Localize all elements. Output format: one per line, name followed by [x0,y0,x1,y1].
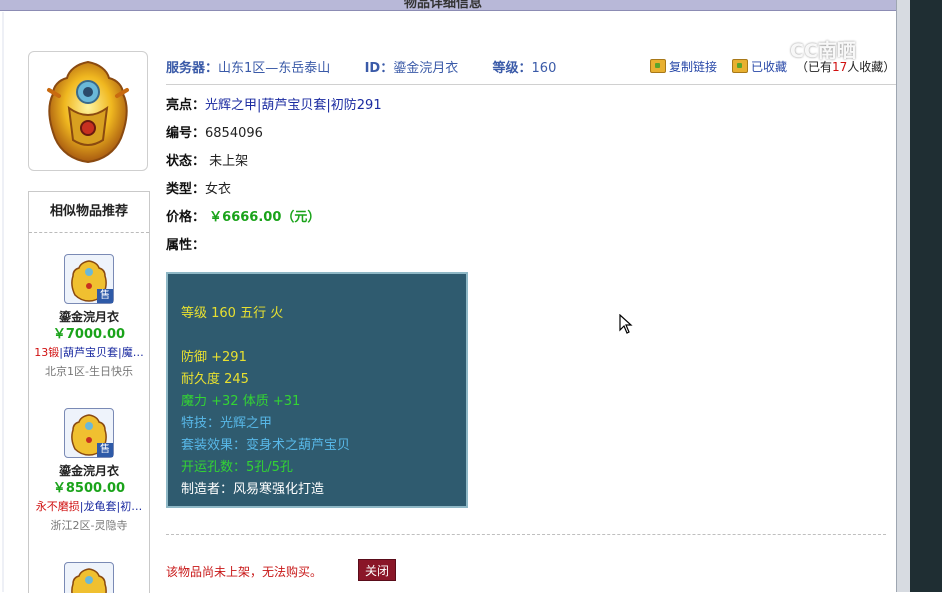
serial-value: 6854096 [205,126,263,141]
window-title-bar: 物品详细信息 [0,0,898,11]
price-field: 价格： ￥6666.00（元） [166,208,320,228]
similar-item[interactable] [29,562,149,593]
similar-item-price: ￥8500.00 [52,481,126,496]
header-divider [166,84,896,85]
attributes-field: 属性： [166,236,205,256]
similar-item-tags: 永不磨损|龙龟套|初… [29,498,149,516]
favorited-label: 已收藏 [751,60,788,74]
golden-robe-icon [71,568,107,593]
server-label: 服务器： [166,61,219,76]
attr-set-effect: 套装效果：变身术之葫芦宝贝 [181,438,351,453]
window-inner-border [2,12,4,592]
similar-item-server: 北京1区-生日快乐 [45,365,133,378]
similar-item-image[interactable]: 售 [64,408,114,458]
desktop-background [910,0,942,592]
attr-defense: 防御 +291 [181,350,247,365]
attr-magic-stats: 魔力 +32 体质 +31 [181,394,301,409]
copy-link-label: 复制链接 [669,60,718,74]
item-summary-row: 服务器：山东1区—东岳泰山 ID：鎏金浣月衣 等级：160 [166,57,557,76]
attributes-label: 属性： [166,238,206,253]
similar-item-server: 浙江2区-灵隐寺 [50,519,128,532]
price-label: 价格： [166,210,206,225]
highlight-label: 亮点： [166,98,206,113]
item-image [28,51,148,171]
similar-item-image[interactable] [64,562,114,593]
for-sale-badge: 售 [97,289,113,303]
status-value: 未上架 [209,154,249,169]
window-title: 物品详细信息 [404,0,483,11]
type-value: 女衣 [205,182,232,197]
id-value: 鎏金浣月衣 [393,61,459,76]
price-value: ￥6666.00（元） [209,210,321,225]
id-label: ID： [364,61,394,76]
similar-item-tag-highlight: 永不磨损 [35,500,80,513]
mouse-cursor-icon [619,314,633,334]
similar-item[interactable]: 售 鎏金浣月衣 ￥8500.00 永不磨损|龙龟套|初… 浙江2区-灵隐寺 [29,408,149,536]
similar-item[interactable]: 售 鎏金浣月衣 ￥7000.00 13锻|葫芦宝贝套|魔… 北京1区-生日快乐 [29,254,149,382]
similar-item-name[interactable]: 鎏金浣月衣 [29,308,149,326]
type-label: 类型： [166,182,206,197]
for-sale-badge: 售 [97,443,113,457]
not-listed-notice: 该物品尚未上架，无法购买。 [166,565,323,579]
type-field: 类型：女衣 [166,180,231,200]
level-value: 160 [531,61,557,76]
status-field: 状态： 未上架 [166,152,248,172]
watermark-logo: CC南晒 [790,40,856,62]
attr-maker: 制造者：风易寒强化打造 [181,482,325,497]
similar-items-panel: 相似物品推荐 售 鎏金浣月衣 ￥7000.00 13锻|葫芦宝贝套|魔… 北京1… [28,191,150,593]
level-label: 等级： [492,61,532,76]
serial-label: 编号： [166,126,206,141]
serial-field: 编号：6854096 [166,124,263,144]
highlight-field: 亮点：光辉之甲|葫芦宝贝套|初防291 [166,96,382,116]
window-scroll-edge [896,0,911,592]
similar-item-tag-highlight: 13锻 [34,346,60,359]
attr-level-element: 等级 160 五行 火 [181,306,284,321]
status-label: 状态： [166,154,206,169]
similar-item-image[interactable]: 售 [64,254,114,304]
similar-items-title: 相似物品推荐 [29,192,149,233]
favorite-icon [732,59,748,73]
similar-item-name[interactable]: 鎏金浣月衣 [29,462,149,480]
close-button[interactable]: 关闭 [358,559,396,581]
highlight-value: 光辉之甲|葫芦宝贝套|初防291 [205,98,382,113]
similar-item-tags: 13锻|葫芦宝贝套|魔… [29,344,149,362]
server-value: 山东1区—东岳泰山 [218,61,331,76]
item-detail-window: 物品详细信息 相似物品推荐 售 鎏金浣月衣 ￥7000.00 13锻|葫芦宝贝套… [0,0,898,593]
attr-skill: 特技：光辉之甲 [181,416,273,431]
attr-slots: 开运孔数：5孔/5孔 [181,460,293,475]
golden-robe-icon [47,60,129,164]
similar-item-tag-text: |葫芦宝贝套|魔… [59,346,144,359]
similar-item-price: ￥7000.00 [52,327,126,342]
attr-durability: 耐久度 245 [181,372,249,387]
footer-divider [166,534,886,535]
favorited-button[interactable]: 已收藏 [732,58,787,74]
similar-item-tag-text: |龙龟套|初… [79,500,143,513]
link-icon [650,59,666,73]
attributes-panel: 等级 160 五行 火 防御 +291 耐久度 245 魔力 +32 体质 +3… [166,272,468,508]
copy-link-button[interactable]: 复制链接 [650,58,717,74]
